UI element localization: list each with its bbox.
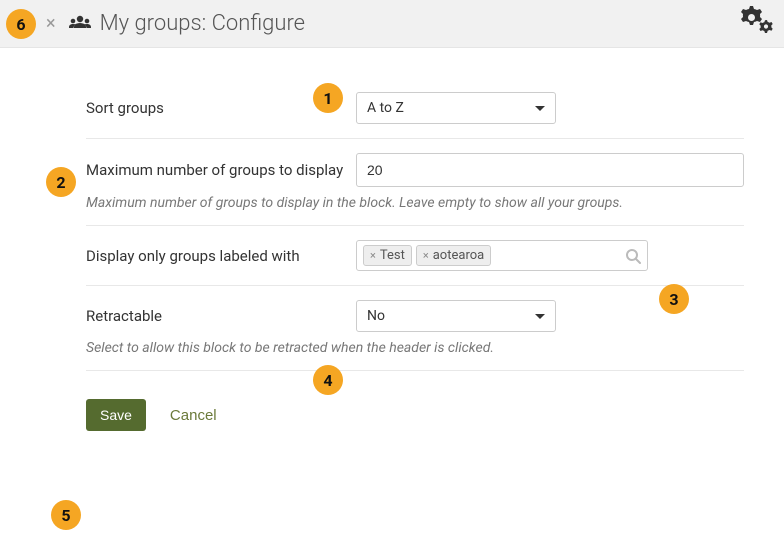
retractable-help: Select to allow this block to be retract… bbox=[86, 338, 744, 371]
callout-1: 1 bbox=[313, 83, 343, 113]
settings-gears-icon[interactable] bbox=[740, 6, 774, 40]
chevron-down-icon bbox=[535, 314, 545, 319]
sort-groups-value: A to Z bbox=[367, 100, 404, 116]
form-actions: Save Cancel bbox=[86, 399, 744, 431]
tag-item[interactable]: × aotearoa bbox=[416, 245, 491, 266]
save-button[interactable]: Save bbox=[86, 399, 146, 431]
callout-5: 5 bbox=[51, 500, 81, 530]
dialog-header: × My groups: Configure bbox=[0, 0, 784, 48]
retractable-select[interactable]: No bbox=[356, 300, 556, 332]
retractable-value: No bbox=[367, 308, 385, 324]
callout-6: 6 bbox=[6, 9, 36, 39]
row-max-groups: Maximum number of groups to display bbox=[86, 139, 744, 193]
dialog-title: My groups: Configure bbox=[100, 11, 305, 36]
retractable-label: Retractable bbox=[86, 307, 356, 325]
labeled-with-input[interactable]: × Test × aotearoa bbox=[356, 240, 648, 271]
tag-label: aotearoa bbox=[433, 248, 484, 263]
callout-4: 4 bbox=[313, 365, 343, 395]
row-labeled-with: Display only groups labeled with × Test … bbox=[86, 226, 744, 286]
tag-remove-icon[interactable]: × bbox=[423, 249, 429, 262]
row-retractable: Retractable No bbox=[86, 286, 744, 338]
groups-icon bbox=[68, 14, 92, 34]
max-groups-help: Maximum number of groups to display in t… bbox=[86, 193, 744, 226]
callout-2: 2 bbox=[46, 167, 76, 197]
max-groups-input[interactable] bbox=[356, 153, 744, 187]
row-sort-groups: Sort groups A to Z bbox=[86, 78, 744, 139]
chevron-down-icon bbox=[535, 106, 545, 111]
tag-remove-icon[interactable]: × bbox=[370, 249, 376, 262]
cancel-button[interactable]: Cancel bbox=[164, 406, 223, 425]
callout-3: 3 bbox=[659, 284, 689, 314]
tag-item[interactable]: × Test bbox=[363, 245, 412, 266]
tag-label: Test bbox=[380, 248, 405, 263]
sort-groups-select[interactable]: A to Z bbox=[356, 92, 556, 124]
form-content: Sort groups A to Z Maximum number of gro… bbox=[0, 48, 784, 441]
labeled-with-label: Display only groups labeled with bbox=[86, 247, 356, 265]
close-icon[interactable]: × bbox=[46, 15, 56, 33]
search-icon[interactable] bbox=[625, 248, 641, 264]
max-groups-label: Maximum number of groups to display bbox=[86, 161, 356, 179]
